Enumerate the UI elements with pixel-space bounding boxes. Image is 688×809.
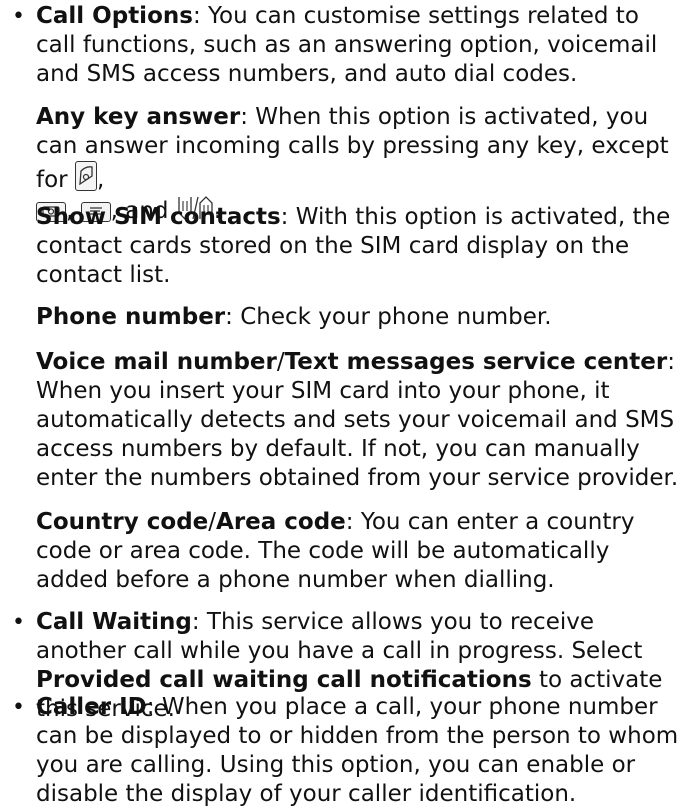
- heading-call-waiting: Call Waiting: [36, 609, 192, 635]
- comma-after-end-key: ,: [96, 167, 105, 193]
- heading-text-messages-service-center: Text messages service center: [284, 349, 668, 375]
- country-code-slash: /: [208, 509, 217, 535]
- paragraph-voice-mail: Voice mail number/Text messages service …: [36, 348, 684, 493]
- bullet-call-waiting: [12, 608, 32, 637]
- bullet-call-options: [12, 2, 32, 31]
- paragraph-country-code: Country code/Area code: You can enter a …: [36, 508, 684, 595]
- paragraph-show-sim-contacts: Show SIM contacts: With this option is a…: [36, 203, 684, 290]
- call-waiting-option: Provided call waiting call notifications: [36, 667, 532, 693]
- heading-show-sim-contacts: Show SIM contacts: [36, 204, 281, 230]
- bullet-caller-id: [12, 693, 32, 722]
- paragraph-call-options: Call Options: You can customise settings…: [36, 2, 684, 89]
- manual-page: Call Options: You can customise settings…: [0, 0, 688, 807]
- heading-any-key-answer: Any key answer: [36, 104, 241, 130]
- paragraph-caller-id: Caller ID: When you place a call, your p…: [36, 693, 684, 809]
- heading-caller-id: Caller ID: [36, 694, 147, 720]
- heading-phone-number: Phone number: [36, 304, 226, 330]
- heading-call-options: Call Options: [36, 3, 193, 29]
- heading-voice-mail-number: Voice mail number: [36, 349, 277, 375]
- end-call-key-icon: [74, 161, 97, 191]
- voice-mail-slash: /: [276, 349, 285, 375]
- heading-area-code: Area code: [216, 509, 346, 535]
- paragraph-phone-number: Phone number: Check your phone number.: [36, 303, 684, 332]
- heading-country-code: Country code: [36, 509, 209, 535]
- phone-number-text: : Check your phone number.: [225, 304, 552, 330]
